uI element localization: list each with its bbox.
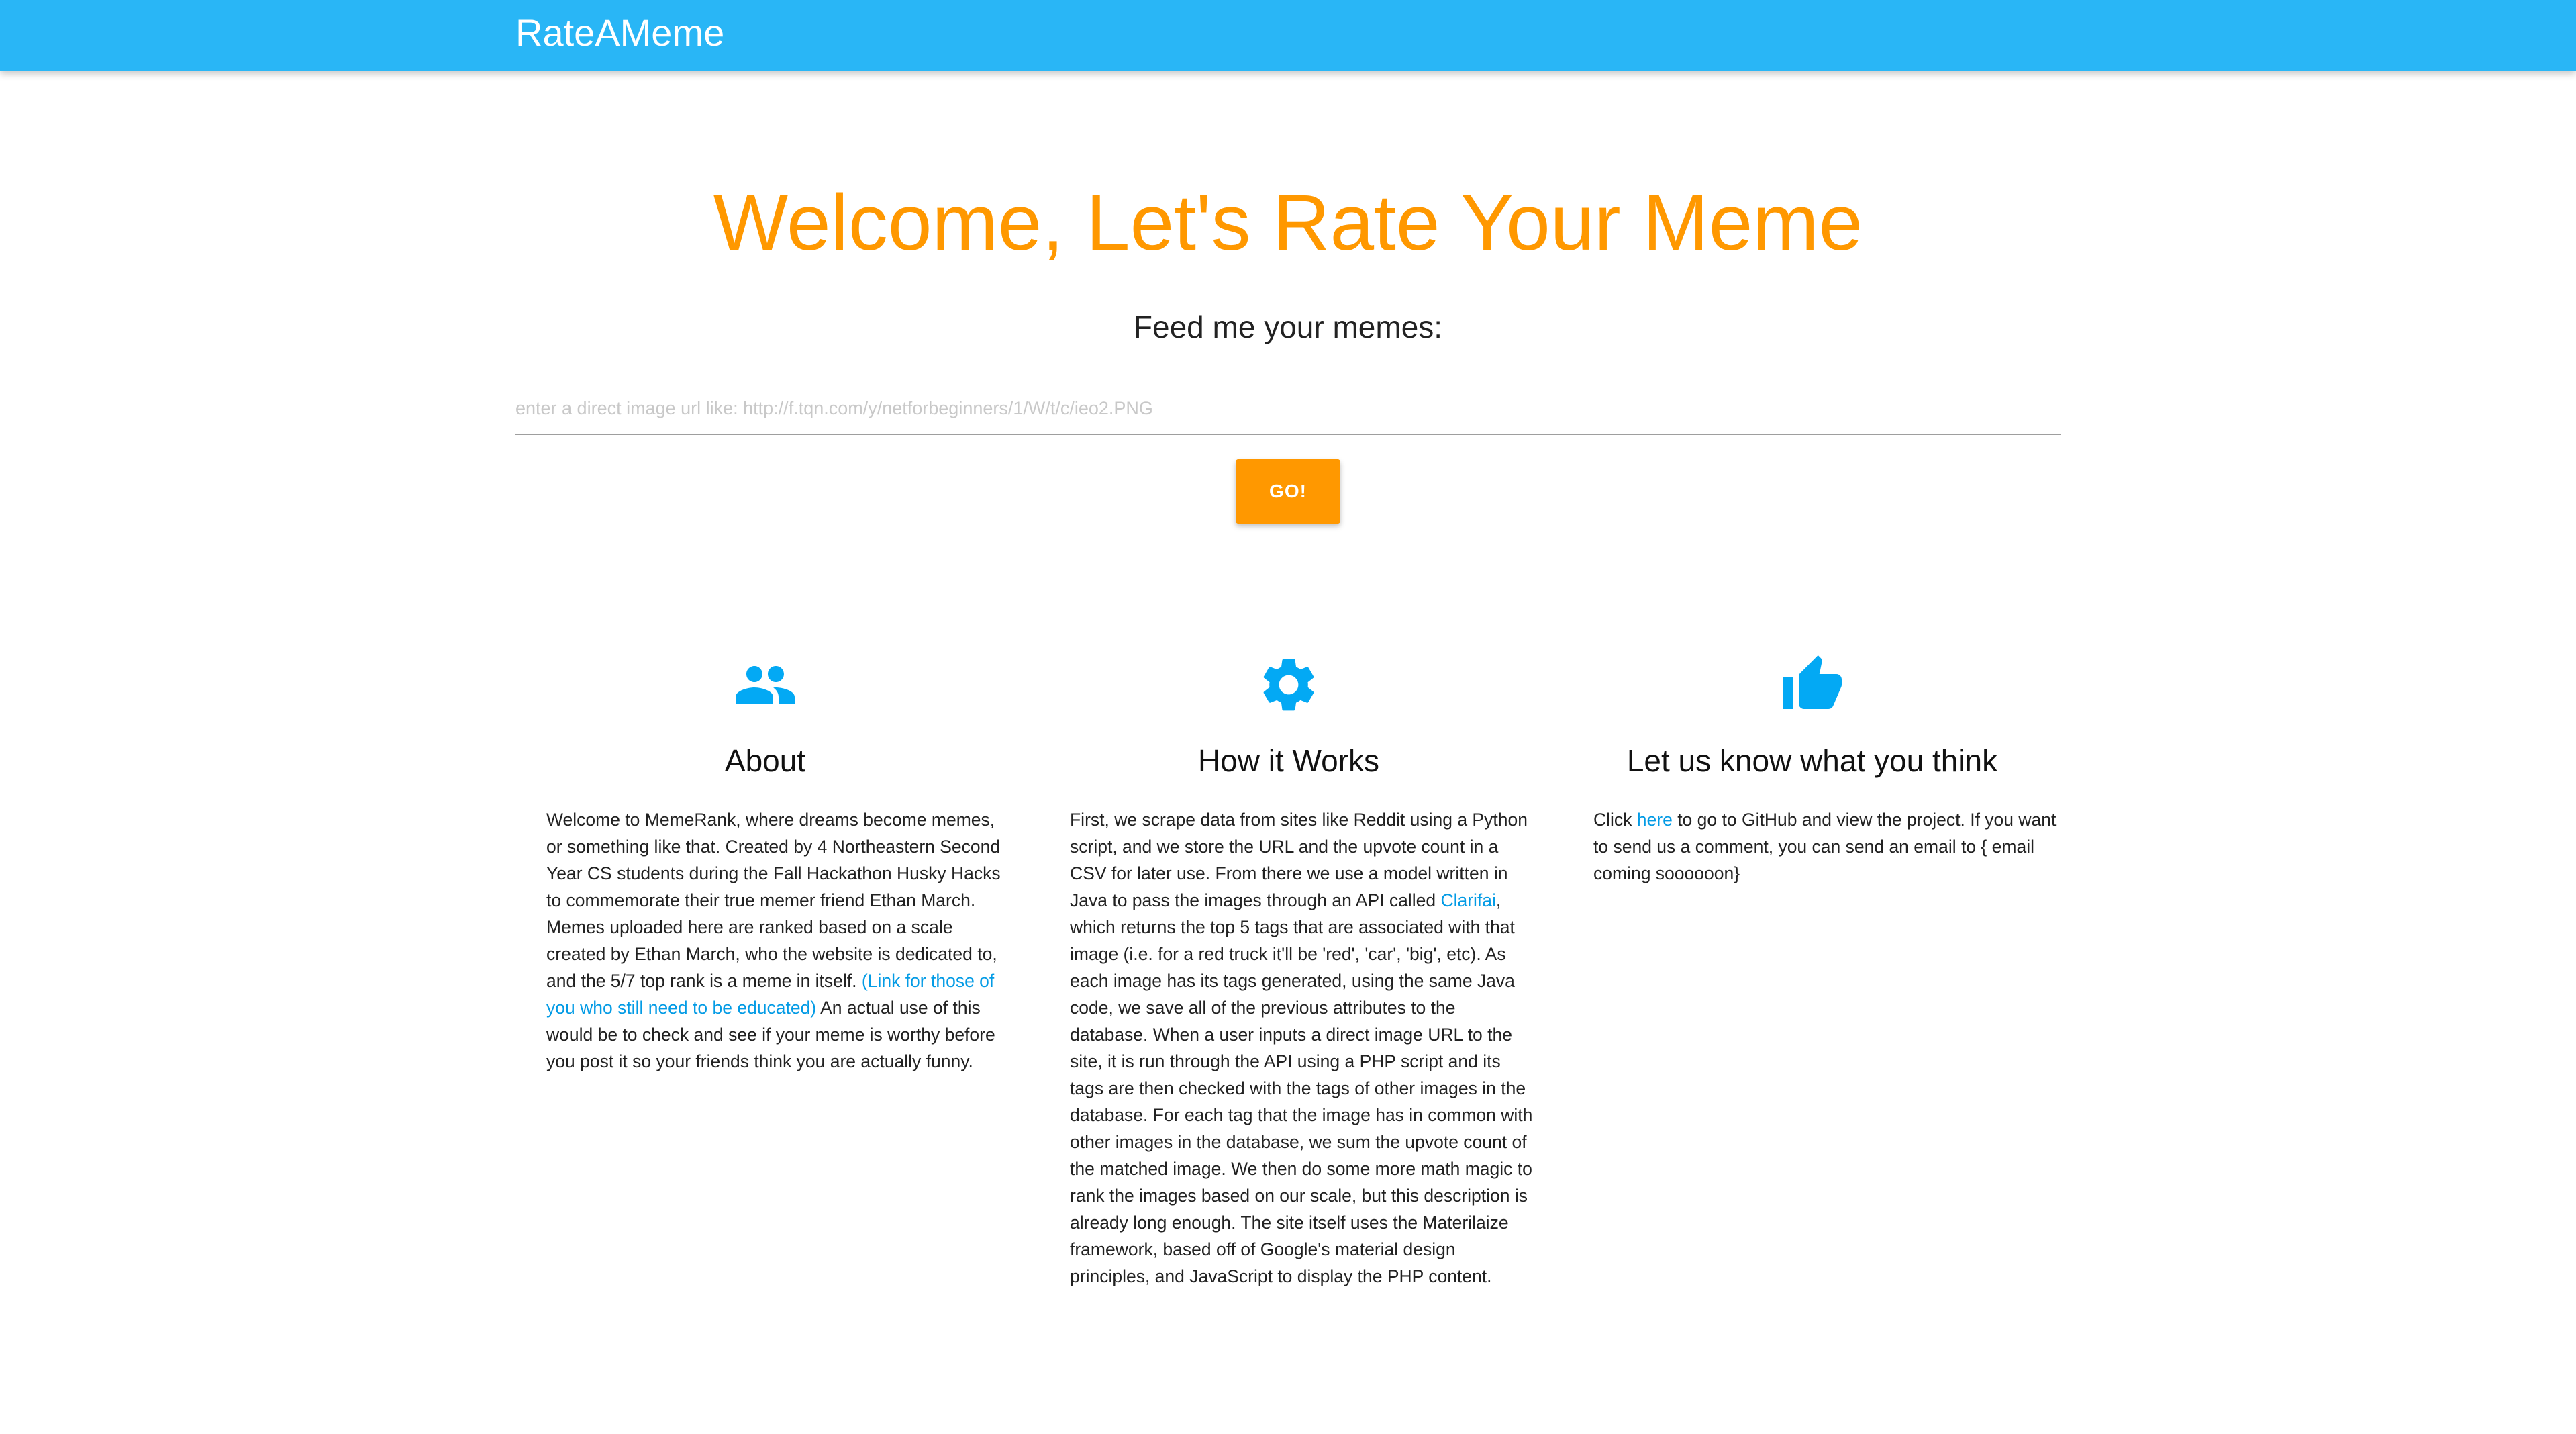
navbar: RateAMeme <box>0 0 2576 71</box>
about-text-part1: Welcome to MemeRank, where dreams become… <box>546 810 1001 991</box>
about-section: About Welcome to MemeRank, where dreams … <box>530 648 1001 1071</box>
brand-logo-link[interactable]: RateAMeme <box>515 9 724 56</box>
how-it-works-title: How it Works <box>1197 743 1380 778</box>
how-it-works-text: First, we scrape data from sites like Re… <box>1070 806 1533 1290</box>
how-text-part2: , which returns the top 5 tags that are … <box>1070 890 1533 1286</box>
github-here-link[interactable]: here <box>1637 810 1673 830</box>
page-title: Welcome, Let's Rate Your Meme <box>713 179 1863 267</box>
feedback-section: Let us know what you think Click here to… <box>1577 648 2056 883</box>
page-subtitle: Feed me your memes: <box>1133 309 1443 344</box>
feedback-text: Click here to go to GitHub and view the … <box>1593 806 2057 887</box>
thumbs-up-icon <box>1577 648 2047 722</box>
gear-icon <box>1054 648 1524 722</box>
feedback-text-part1: Click <box>1593 810 1637 830</box>
about-text: Welcome to MemeRank, where dreams become… <box>546 806 1009 1075</box>
go-button[interactable]: GO! <box>1236 459 1340 524</box>
clarifai-link[interactable]: Clarifai <box>1440 890 1495 910</box>
people-icon <box>530 648 1000 722</box>
how-it-works-section: How it Works First, we scrape data from … <box>1054 648 1532 1286</box>
feedback-title: Let us know what you think <box>1626 743 1998 778</box>
about-title: About <box>724 743 806 778</box>
image-url-input[interactable] <box>515 383 2061 435</box>
